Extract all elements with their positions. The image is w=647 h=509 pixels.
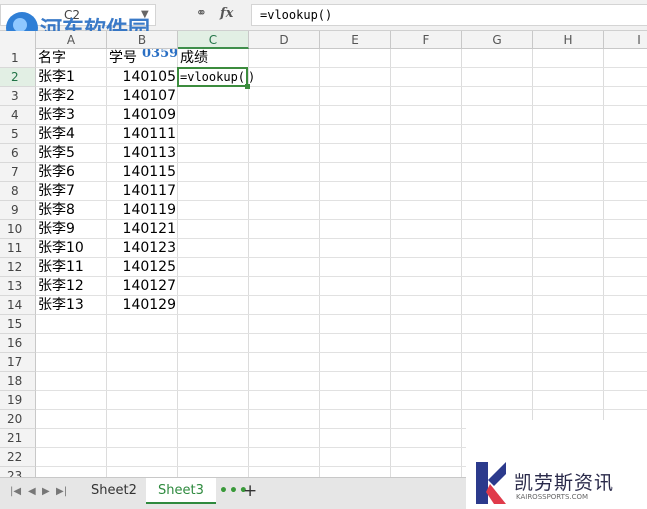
cell-student-id[interactable]: 140105 (109, 68, 176, 87)
spreadsheet-grid[interactable]: ABCDEFGHI 1 2 3 4 5 6 7 8 9 10 11 12 13 14 15 16 17 18 19 2… (0, 31, 647, 477)
next-sheet-icon[interactable]: ▶ (42, 486, 50, 497)
column-header-d[interactable]: D (249, 31, 320, 49)
row-header-4[interactable]: 4 (0, 106, 36, 125)
column-header-row: ABCDEFGHI (0, 31, 647, 49)
brand-watermark: 凯劳斯资讯 KAIROSSPORTS.COM (466, 420, 647, 509)
cell-name[interactable]: 张李6 (38, 163, 105, 182)
column-header-e[interactable]: E (320, 31, 391, 49)
row-header-8[interactable]: 8 (0, 182, 36, 201)
prev-sheet-icon[interactable]: ◀ (28, 486, 36, 497)
row-header-10[interactable]: 10 (0, 220, 36, 239)
column-header-b[interactable]: B (107, 31, 178, 49)
cell-name[interactable]: 张李3 (38, 106, 105, 125)
row-header-7[interactable]: 7 (0, 163, 36, 182)
row-header-13[interactable]: 13 (0, 277, 36, 296)
cell-name[interactable]: 张李11 (38, 258, 105, 277)
active-cell-text: =vlookup( (180, 70, 246, 84)
select-all-corner[interactable] (0, 31, 36, 49)
brand-name: 凯劳斯资讯 (514, 472, 615, 494)
cell-name[interactable]: 张李1 (38, 68, 105, 87)
cell-student-id[interactable]: 140129 (109, 296, 176, 315)
last-sheet-icon[interactable]: ▶| (56, 486, 67, 497)
cell-c1[interactable]: 成绩 (180, 49, 247, 68)
cell-student-id[interactable]: 140113 (109, 144, 176, 163)
column-header-f[interactable]: F (391, 31, 462, 49)
cell-name[interactable]: 张李12 (38, 277, 105, 296)
active-cell-c2[interactable]: =vlookup() (177, 67, 255, 87)
column-header-h[interactable]: H (533, 31, 604, 49)
column-header-c[interactable]: C (178, 31, 249, 49)
row-header-5[interactable]: 5 (0, 125, 36, 144)
row-header-19[interactable]: 19 (0, 391, 36, 410)
tab-sheet3[interactable]: Sheet3 (146, 478, 216, 504)
grid-line (603, 49, 604, 477)
row-header-6[interactable]: 6 (0, 144, 36, 163)
row-header-9[interactable]: 9 (0, 201, 36, 220)
row-header-14[interactable]: 14 (0, 296, 36, 315)
cell-student-id[interactable]: 140127 (109, 277, 176, 296)
row-header-16[interactable]: 16 (0, 334, 36, 353)
brand-subtitle: KAIROSSPORTS.COM (516, 493, 589, 501)
grid-line (36, 371, 647, 372)
brand-logo-icon (476, 462, 506, 504)
row-header-3[interactable]: 3 (0, 87, 36, 106)
row-header-11[interactable]: 11 (0, 239, 36, 258)
row-header-1[interactable]: 1 (0, 49, 36, 68)
cell-b1[interactable]: 学号 (109, 49, 176, 68)
cell-name[interactable]: 张李5 (38, 144, 105, 163)
grid-line (36, 333, 647, 334)
grid-line (248, 49, 249, 477)
cell-student-id[interactable]: 140111 (109, 125, 176, 144)
tab-sheet2[interactable]: Sheet2 (79, 478, 149, 504)
cell-student-id[interactable]: 140115 (109, 163, 176, 182)
cell-name[interactable]: 张李8 (38, 201, 105, 220)
grid-line (461, 49, 462, 477)
column-header-a[interactable]: A (36, 31, 107, 49)
row-header-20[interactable]: 20 (0, 410, 36, 429)
grid-line (177, 49, 178, 477)
cell-name[interactable]: 张李9 (38, 220, 105, 239)
grid-line (36, 409, 647, 410)
first-sheet-icon[interactable]: |◀ (10, 486, 21, 497)
cell-student-id[interactable]: 140121 (109, 220, 176, 239)
cell-student-id[interactable]: 140109 (109, 106, 176, 125)
row-header-21[interactable]: 21 (0, 429, 36, 448)
cell-name[interactable]: 张李13 (38, 296, 105, 315)
grid-line (36, 352, 647, 353)
cell-a1[interactable]: 名字 (38, 49, 105, 68)
active-cell-overflow-text: ) (248, 70, 256, 84)
grid-line (532, 49, 533, 477)
formula-input[interactable]: =vlookup() (251, 4, 647, 26)
row-header-12[interactable]: 12 (0, 258, 36, 277)
cell-student-id[interactable]: 140119 (109, 201, 176, 220)
row-header-2[interactable]: 2 (0, 68, 36, 87)
cell-student-id[interactable]: 140117 (109, 182, 176, 201)
row-header-23[interactable]: 23 (0, 467, 36, 477)
cell-name[interactable]: 张李10 (38, 239, 105, 258)
grid-line (319, 49, 320, 477)
cell-student-id[interactable]: 140107 (109, 87, 176, 106)
cell-name[interactable]: 张李4 (38, 125, 105, 144)
fill-handle[interactable] (245, 84, 250, 89)
cell-name[interactable]: 张李2 (38, 87, 105, 106)
cell-student-id[interactable]: 140125 (109, 258, 176, 277)
cell-name[interactable]: 张李7 (38, 182, 105, 201)
grid-line (390, 49, 391, 477)
cell-student-id[interactable]: 140123 (109, 239, 176, 258)
grid-line (106, 49, 107, 477)
row-header-18[interactable]: 18 (0, 372, 36, 391)
add-sheet-icon[interactable]: + (243, 481, 257, 501)
column-header-g[interactable]: G (462, 31, 533, 49)
row-header-22[interactable]: 22 (0, 448, 36, 467)
grid-line (36, 390, 647, 391)
row-header-15[interactable]: 15 (0, 315, 36, 334)
column-header-i[interactable]: I (604, 31, 647, 49)
row-header-17[interactable]: 17 (0, 353, 36, 372)
fx-icon[interactable]: fx (220, 6, 233, 21)
